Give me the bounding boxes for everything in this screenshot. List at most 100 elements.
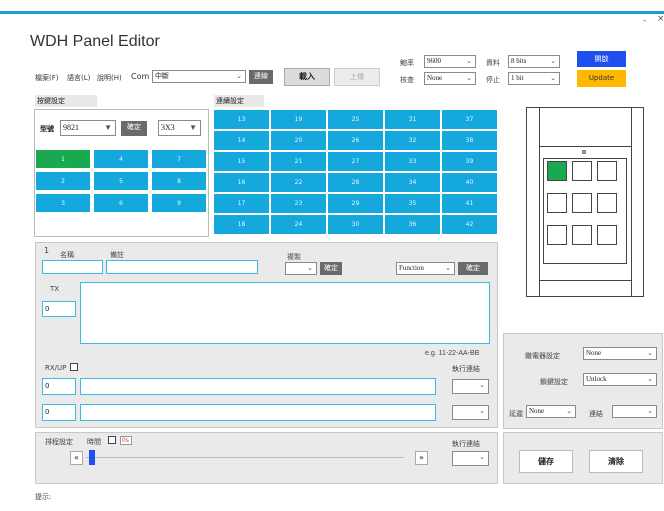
key-index: 1 (44, 246, 50, 255)
parity-select[interactable]: None ⌄ (424, 72, 476, 85)
menu-file[interactable]: 檔案(F) (35, 73, 59, 83)
data-bits-value: 8 bits (511, 57, 527, 65)
cont-cell-31[interactable]: 31 (384, 109, 441, 130)
layout-select[interactable]: 3X3 ▼ (158, 120, 201, 136)
open-port-button[interactable]: 開啟 (577, 51, 626, 67)
link-label: 連結 (589, 410, 603, 418)
cont-cell-20[interactable]: 20 (270, 130, 327, 151)
link-select[interactable]: ⌄ (612, 405, 657, 418)
cont-cell-16[interactable]: 16 (213, 172, 270, 193)
tx-label: TX (50, 285, 60, 293)
rx-link-select-2[interactable]: ⌄ (452, 405, 489, 420)
cont-cell-27[interactable]: 27 (327, 151, 384, 172)
remote-key-9[interactable] (597, 225, 617, 245)
model-select[interactable]: 9821 ▼ (60, 120, 116, 136)
rx-data-input-1[interactable] (80, 378, 436, 395)
cont-cell-37[interactable]: 37 (441, 109, 498, 130)
cont-cell-30[interactable]: 30 (327, 214, 384, 235)
function-confirm-button[interactable]: 確定 (458, 262, 488, 275)
upload-button[interactable]: 上傳 (334, 68, 380, 86)
cont-cell-21[interactable]: 21 (270, 151, 327, 172)
data-bits-select[interactable]: 8 bits ⌄ (508, 55, 560, 68)
remote-key-6[interactable] (572, 225, 592, 245)
schedule-link-select[interactable]: ⌄ (452, 451, 489, 466)
function-select[interactable]: Function ⌄ (396, 262, 455, 275)
cont-cell-36[interactable]: 36 (384, 214, 441, 235)
cont-cell-25[interactable]: 25 (327, 109, 384, 130)
load-button[interactable]: 載入 (284, 68, 330, 86)
remote-key-2[interactable] (547, 193, 567, 213)
cont-cell-33[interactable]: 33 (384, 151, 441, 172)
cont-cell-39[interactable]: 39 (441, 151, 498, 172)
key-cell-1[interactable]: 1 (35, 149, 91, 169)
copy-confirm-button[interactable]: 確定 (320, 262, 342, 275)
remote-key-8[interactable] (597, 193, 617, 213)
remote-key-5[interactable] (572, 193, 592, 213)
tx-data-input[interactable] (80, 282, 490, 344)
close-button[interactable]: × (657, 14, 664, 24)
cont-cell-13[interactable]: 13 (213, 109, 270, 130)
cont-cell-38[interactable]: 38 (441, 130, 498, 151)
menu-help[interactable]: 說明(H) (97, 73, 122, 83)
key-cell-3[interactable]: 3 (35, 193, 91, 213)
name-input[interactable] (42, 260, 103, 274)
tx-count-field: 0 (42, 301, 76, 317)
cont-cell-32[interactable]: 32 (384, 130, 441, 151)
schedule-prev-button[interactable]: « (70, 451, 83, 465)
cont-cell-41[interactable]: 41 (441, 193, 498, 214)
schedule-next-button[interactable]: » (415, 451, 428, 465)
cont-cell-22[interactable]: 22 (270, 172, 327, 193)
delay-select[interactable]: None ⌄ (526, 405, 576, 418)
copy-select[interactable]: ⌄ (285, 262, 317, 275)
key-cell-8[interactable]: 8 (151, 171, 207, 191)
key-cell-2[interactable]: 2 (35, 171, 91, 191)
cont-cell-23[interactable]: 23 (270, 193, 327, 214)
model-confirm-button[interactable]: 確定 (121, 121, 147, 136)
update-button[interactable]: Update (577, 70, 626, 87)
schedule-slider-track[interactable] (86, 457, 404, 458)
rx-checkbox[interactable] (70, 363, 78, 371)
remote-bottom-line (539, 280, 631, 281)
note-input[interactable] (106, 260, 258, 274)
key-cell-7[interactable]: 7 (151, 149, 207, 169)
cont-cell-35[interactable]: 35 (384, 193, 441, 214)
schedule-slider-thumb[interactable] (89, 450, 95, 465)
connect-button[interactable]: 連線 (249, 70, 273, 84)
clear-button[interactable]: 清除 (589, 450, 643, 473)
key-cell-6[interactable]: 6 (93, 193, 149, 213)
relay-select[interactable]: None ⌄ (583, 347, 657, 360)
menu-language[interactable]: 語言(L) (67, 73, 90, 83)
key-cell-5[interactable]: 5 (93, 171, 149, 191)
key-cell-9[interactable]: 9 (151, 193, 207, 213)
lock-select[interactable]: Unlock ⌄ (583, 373, 657, 386)
key-cell-4[interactable]: 4 (93, 149, 149, 169)
cont-cell-34[interactable]: 34 (384, 172, 441, 193)
cont-cell-14[interactable]: 14 (213, 130, 270, 151)
tx-count: 0 (45, 305, 50, 313)
time-checkbox[interactable] (108, 436, 116, 444)
cont-cell-19[interactable]: 19 (270, 109, 327, 130)
rx-data-input-2[interactable] (80, 404, 436, 421)
cont-cell-40[interactable]: 40 (441, 172, 498, 193)
rx-link-select-1[interactable]: ⌄ (452, 379, 489, 394)
remote-key-4[interactable] (572, 161, 592, 181)
save-button[interactable]: 儲存 (519, 450, 573, 473)
cont-cell-17[interactable]: 17 (213, 193, 270, 214)
cont-cell-15[interactable]: 15 (213, 151, 270, 172)
stop-bits-select[interactable]: 1 bit ⌄ (508, 72, 560, 85)
cont-cell-26[interactable]: 26 (327, 130, 384, 151)
remote-key-3[interactable] (547, 225, 567, 245)
relay-value: None (586, 349, 602, 357)
com-port-select[interactable]: 中斷 ⌄ (152, 70, 246, 83)
schedule-exec-link-label: 執行連結 (452, 440, 480, 448)
cont-cell-28[interactable]: 28 (327, 172, 384, 193)
minimize-button[interactable]: - (643, 16, 646, 26)
cont-cell-42[interactable]: 42 (441, 214, 498, 235)
cont-cell-29[interactable]: 29 (327, 193, 384, 214)
cont-cell-18[interactable]: 18 (213, 214, 270, 235)
cont-cell-24[interactable]: 24 (270, 214, 327, 235)
chevron-down-icon: ⌄ (479, 407, 485, 415)
baud-select[interactable]: 9600 ⌄ (424, 55, 476, 68)
remote-key-1[interactable] (547, 161, 567, 181)
remote-key-7[interactable] (597, 161, 617, 181)
